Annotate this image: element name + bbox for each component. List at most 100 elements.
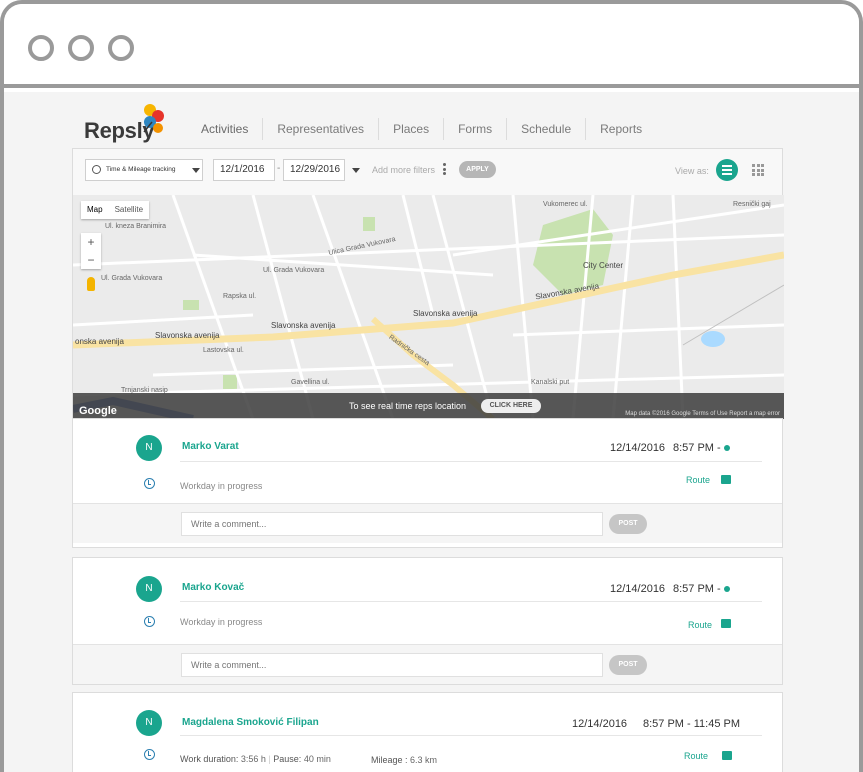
divider (180, 461, 762, 462)
nav-reports[interactable]: Reports (586, 118, 656, 140)
date-dropdown-chevron-icon[interactable] (352, 168, 360, 173)
post-button[interactable]: POST (609, 655, 647, 675)
route-link[interactable]: Route (686, 475, 710, 485)
activity-time: 8:57 PM - (673, 583, 721, 595)
divider (180, 735, 762, 736)
work-duration-label: Work duration: (180, 754, 239, 764)
map-label: Resnički gaj (733, 201, 771, 208)
map-label: Vukomerec ul. (543, 201, 588, 208)
view-as-label: View as: (675, 166, 709, 176)
browser-window: Repsly Activities Representatives Places… (0, 0, 863, 772)
repsly-logo[interactable]: Repsly (84, 104, 184, 144)
map-label: Ul. Grada Vukovara (263, 267, 325, 274)
rep-name-link[interactable]: Marko Varat (182, 441, 239, 452)
filter-bar: Time & Mileage tracking 12/1/2016 - 12/2… (73, 149, 782, 195)
mileage-label: Mileage : (371, 755, 408, 765)
map-label: Lastovska ul. (203, 347, 244, 354)
status-dot (724, 445, 730, 451)
activity-type-select[interactable]: Time & Mileage tracking (85, 159, 203, 181)
map-label: Slavonska avenija (271, 321, 336, 330)
activity-card: N Marko Kovač 12/14/2016 8:57 PM - Workd… (72, 557, 783, 685)
clock-icon (92, 165, 101, 174)
window-minimize-button[interactable] (68, 35, 94, 61)
comment-row: POST (73, 644, 782, 684)
avatar: N (136, 435, 162, 461)
banner-text: To see real time reps location (349, 401, 467, 411)
nav-places[interactable]: Places (379, 118, 445, 140)
route-link[interactable]: Route (684, 751, 708, 761)
zoom-out-button[interactable]: − (81, 251, 101, 269)
map-label: Gavellina ul. (291, 379, 330, 386)
apply-button[interactable]: APPLY (459, 161, 496, 178)
map-icon[interactable] (721, 619, 731, 628)
date-to-input[interactable]: 12/29/2016 (283, 159, 345, 181)
map-icon[interactable] (721, 475, 731, 484)
window-maximize-button[interactable] (108, 35, 134, 61)
map-view[interactable]: Ul. kneza Branimira Ul. Grada Vukovara U… (73, 195, 784, 419)
page-content: Repsly Activities Representatives Places… (4, 92, 859, 772)
add-more-filters-link[interactable]: Add more filters (372, 165, 435, 175)
clock-icon (144, 478, 155, 489)
comment-row: POST (73, 503, 782, 543)
more-options-icon[interactable] (443, 163, 446, 175)
map-attribution: Map data ©2016 Google Terms of Use Repor… (625, 411, 780, 417)
logo-mark-icon (143, 104, 164, 133)
zoom-in-button[interactable]: + (81, 233, 101, 251)
map-type-toggle: Map Satellite (81, 201, 150, 219)
comment-input[interactable] (181, 653, 603, 677)
main-nav: Activities Representatives Places Forms … (187, 118, 656, 140)
street-view-pegman-icon[interactable] (87, 277, 95, 291)
rep-name-link[interactable]: Magdalena Smoković Filipan (182, 717, 319, 728)
divider (180, 601, 762, 602)
activity-time: 8:57 PM - (673, 442, 721, 454)
satellite-tab[interactable]: Satellite (109, 201, 149, 219)
map-label: City Center (583, 261, 624, 270)
activity-card: N Marko Varat 12/14/2016 8:57 PM - Workd… (72, 418, 783, 548)
map-label: Ul. Grada Vukovara (101, 275, 163, 282)
post-button[interactable]: POST (609, 514, 647, 534)
nav-representatives[interactable]: Representatives (263, 118, 380, 140)
map-roads (73, 195, 784, 419)
nav-forms[interactable]: Forms (444, 118, 508, 140)
window-titlebar (4, 4, 859, 88)
mileage-value: 6.3 km (410, 755, 438, 765)
map-icon[interactable] (722, 751, 732, 760)
clock-icon (144, 749, 155, 760)
list-view-button[interactable] (716, 159, 738, 181)
date-separator: - (277, 163, 281, 174)
work-duration-value: 3:56 h (240, 754, 266, 764)
map-label: Ul. kneza Branimira (105, 223, 167, 230)
map-label: Kanalski put (531, 379, 570, 386)
nav-schedule[interactable]: Schedule (507, 118, 587, 140)
status-text: Workday in progress (180, 481, 263, 491)
date-from-input[interactable]: 12/1/2016 (213, 159, 275, 181)
activity-date: 12/14/2016 (610, 442, 666, 454)
map-label: Rapska ul. (223, 293, 257, 300)
pause-value: 40 min (303, 754, 331, 764)
zoom-control: + − (81, 233, 101, 269)
work-duration: Work duration: 3:56 h | Pause: 40 min (180, 754, 331, 764)
status-text: Workday in progress (180, 617, 263, 627)
activity-type-value: Time & Mileage tracking (106, 166, 176, 173)
mileage: Mileage : 6.3 km (371, 755, 437, 765)
clock-icon (144, 616, 155, 627)
route-link[interactable]: Route (688, 620, 712, 630)
window-close-button[interactable] (28, 35, 54, 61)
grid-view-button[interactable] (752, 164, 764, 176)
activities-panel: Time & Mileage tracking 12/1/2016 - 12/2… (72, 148, 784, 419)
map-label: Slavonska avenija (413, 309, 478, 318)
map-tab[interactable]: Map (81, 201, 109, 219)
activity-time: 8:57 PM - 11:45 PM (643, 718, 741, 730)
avatar: N (136, 576, 162, 602)
google-logo: Google (79, 405, 117, 417)
rep-name-link[interactable]: Marko Kovač (182, 582, 244, 593)
nav-activities[interactable]: Activities (187, 118, 264, 140)
realtime-banner: Google To see real time reps location CL… (73, 393, 784, 419)
click-here-button[interactable]: CLICK HERE (481, 399, 541, 413)
activity-date: 12/14/2016 (610, 583, 666, 595)
map-label: Slavonska avenija (155, 331, 220, 340)
comment-input[interactable] (181, 512, 603, 536)
avatar: N (136, 710, 162, 736)
activity-card: N Magdalena Smoković Filipan 12/14/2016 … (72, 692, 783, 772)
map-label: onska avenija (75, 337, 124, 346)
